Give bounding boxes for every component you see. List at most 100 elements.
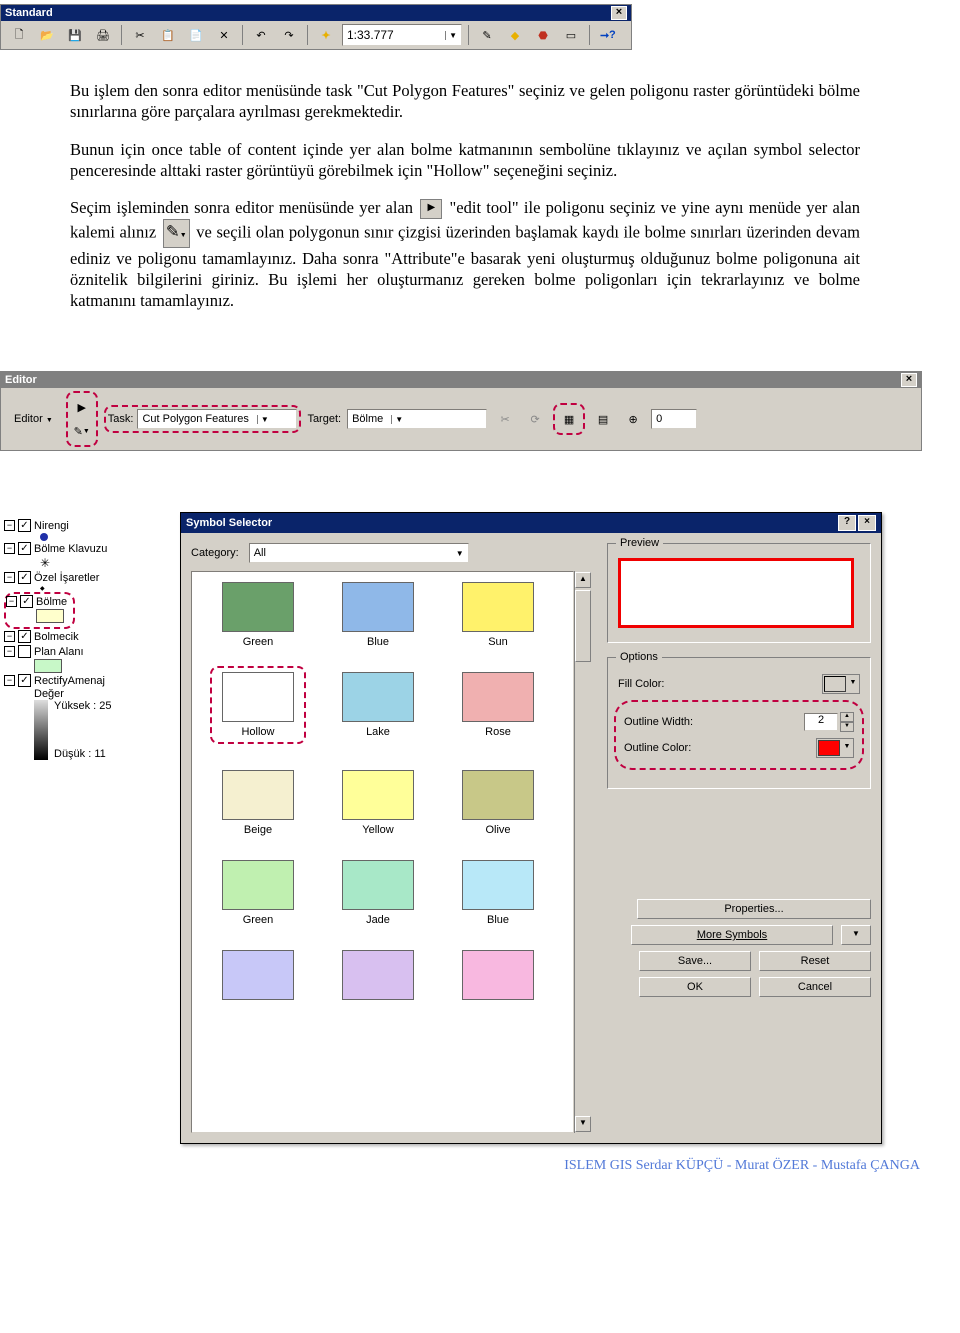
swatch-rose[interactable]: Rose <box>438 672 558 746</box>
swatch-list[interactable]: GreenBlueSunHollowLakeRoseBeigeYellowOli… <box>191 571 574 1133</box>
arctoolbox-icon[interactable]: ⬣ <box>531 23 555 47</box>
layer-bolmecik[interactable]: −✓Bolmecik <box>4 629 174 644</box>
swatch-unnamed[interactable] <box>198 950 318 1004</box>
swatch-olive[interactable]: Olive <box>438 770 558 836</box>
cancel-button[interactable]: Cancel <box>759 977 871 997</box>
category-select[interactable]: All ▼ <box>249 543 469 563</box>
undo-icon[interactable]: ↶ <box>249 23 273 47</box>
outline-color-button[interactable]: ▼ <box>816 738 854 758</box>
swatch-beige[interactable]: Beige <box>198 770 318 836</box>
swatch-blue[interactable]: Blue <box>318 582 438 648</box>
task-select[interactable]: Cut Polygon Features ▼ <box>137 409 297 429</box>
chevron-down-icon[interactable]: ▼ <box>848 679 858 689</box>
target-select[interactable]: Bölme ▼ <box>347 409 487 429</box>
split-icon[interactable]: ✂ <box>493 407 517 431</box>
target-point-icon[interactable]: ⊕ <box>621 407 645 431</box>
chevron-down-icon[interactable]: ▼ <box>391 415 403 424</box>
more-symbols-dropdown[interactable]: ▼ <box>841 925 871 945</box>
layer-bolme[interactable]: −✓Bölme <box>6 594 67 609</box>
swatch-green[interactable]: Green <box>198 582 318 648</box>
scroll-thumb[interactable] <box>575 590 591 662</box>
preview-group: Preview <box>607 543 871 643</box>
chevron-down-icon[interactable]: ▼ <box>445 31 457 40</box>
editor-toolbar-title: Editor × <box>1 372 921 388</box>
layer-ozel-isaretler[interactable]: −✓Özel İşaretler <box>4 570 174 585</box>
swatch-sun[interactable]: Sun <box>438 582 558 648</box>
options-label: Options <box>616 651 662 663</box>
sketch-properties-icon[interactable]: ▤ <box>591 407 615 431</box>
fill-color-button[interactable]: ▼ <box>822 674 860 694</box>
more-symbols-button[interactable]: More Symbols <box>631 925 833 945</box>
nirengi-symbol[interactable] <box>40 533 48 541</box>
ok-button[interactable]: OK <box>639 977 751 997</box>
properties-button[interactable]: Properties... <box>637 899 871 919</box>
bolme-klavuzu-symbol[interactable]: ✳ <box>40 556 174 570</box>
cut-icon[interactable]: ✂ <box>128 23 152 47</box>
plan-alani-symbol[interactable] <box>34 659 62 673</box>
help-icon[interactable]: ⭢? <box>596 23 620 47</box>
outline-width-input[interactable]: 2 <box>804 713 838 731</box>
scroll-up-icon[interactable]: ▲ <box>575 572 591 588</box>
layer-bolme-klavuzu[interactable]: −✓Bölme Klavuzu <box>4 541 174 556</box>
outline-width-spinner[interactable]: ▲▼ <box>840 712 854 732</box>
close-icon[interactable]: × <box>858 515 876 531</box>
edit-tool-icon[interactable]: ▶ <box>70 395 94 419</box>
layer-rectify[interactable]: −✓RectifyAmenaj <box>4 673 174 688</box>
editor-menu-button[interactable]: Editor ▼ <box>7 410 60 428</box>
close-icon[interactable]: × <box>611 6 627 20</box>
chevron-down-icon[interactable]: ▼ <box>257 415 269 424</box>
target-value: Bölme <box>352 413 383 425</box>
swatch-unnamed[interactable] <box>438 950 558 1004</box>
layer-nirengi[interactable]: −✓Nirengi <box>4 518 174 533</box>
open-file-icon[interactable]: 📂 <box>35 23 59 47</box>
copy-icon[interactable]: 📋 <box>156 23 180 47</box>
window-icon[interactable]: ▭ <box>559 23 583 47</box>
bolme-symbol[interactable] <box>36 609 64 623</box>
new-file-icon[interactable]: 🗋 <box>7 23 31 47</box>
add-data-icon[interactable]: ✦ <box>314 23 338 47</box>
scale-value: 1:33.777 <box>347 28 394 42</box>
task-label: Task: <box>108 413 134 425</box>
scale-input[interactable]: 1:33.777 ▼ <box>342 24 462 46</box>
paste-icon[interactable]: 📄 <box>184 23 208 47</box>
preview-label: Preview <box>616 537 663 549</box>
arccatalog-icon[interactable]: ◆ <box>503 23 527 47</box>
dialog-titlebar[interactable]: Symbol Selector ? × <box>181 513 881 533</box>
layer-plan-alani[interactable]: −Plan Alanı <box>4 644 174 659</box>
highlighted-attributes: ▦ <box>553 403 585 435</box>
task-value: Cut Polygon Features <box>142 413 248 425</box>
editor-toolbar-icon[interactable]: ✎ <box>475 23 499 47</box>
swatch-hollow[interactable]: Hollow <box>198 672 318 746</box>
chevron-down-icon[interactable]: ▼ <box>842 743 852 753</box>
fill-color-label: Fill Color: <box>618 678 664 690</box>
editor-toolbar-label: Editor <box>5 374 37 386</box>
scrollbar[interactable]: ▲ ▼ <box>574 571 591 1133</box>
paragraph-2: Bunun için once table of content içinde … <box>70 139 860 181</box>
swatch-unnamed[interactable] <box>318 950 438 1004</box>
highlighted-layer-bolme: −✓Bölme <box>4 592 75 629</box>
chevron-down-icon[interactable]: ▼ <box>456 549 464 558</box>
delete-icon[interactable]: ✕ <box>212 23 236 47</box>
save-button[interactable]: Save... <box>639 951 751 971</box>
swatch-yellow[interactable]: Yellow <box>318 770 438 836</box>
close-icon[interactable]: × <box>901 373 917 387</box>
target-label: Target: <box>307 413 341 425</box>
ozel-isaretler-symbol[interactable]: ◆ <box>40 585 174 592</box>
raster-gradient-icon <box>34 700 48 760</box>
scroll-down-icon[interactable]: ▼ <box>575 1116 591 1132</box>
dialog-title: Symbol Selector <box>186 517 272 529</box>
rotate-icon[interactable]: ⟳ <box>523 407 547 431</box>
reset-button[interactable]: Reset <box>759 951 871 971</box>
highlighted-tools: ▶ ✎▼ <box>66 391 98 447</box>
coord-input[interactable]: 0 <box>651 409 697 429</box>
sketch-tool-icon[interactable]: ✎▼ <box>70 419 94 443</box>
save-icon[interactable]: 💾 <box>63 23 87 47</box>
swatch-blue[interactable]: Blue <box>438 860 558 926</box>
attributes-icon[interactable]: ▦ <box>557 407 581 431</box>
help-icon[interactable]: ? <box>838 515 856 531</box>
swatch-lake[interactable]: Lake <box>318 672 438 746</box>
swatch-green[interactable]: Green <box>198 860 318 926</box>
swatch-jade[interactable]: Jade <box>318 860 438 926</box>
redo-icon[interactable]: ↷ <box>277 23 301 47</box>
print-icon[interactable]: 🖨 <box>91 23 115 47</box>
